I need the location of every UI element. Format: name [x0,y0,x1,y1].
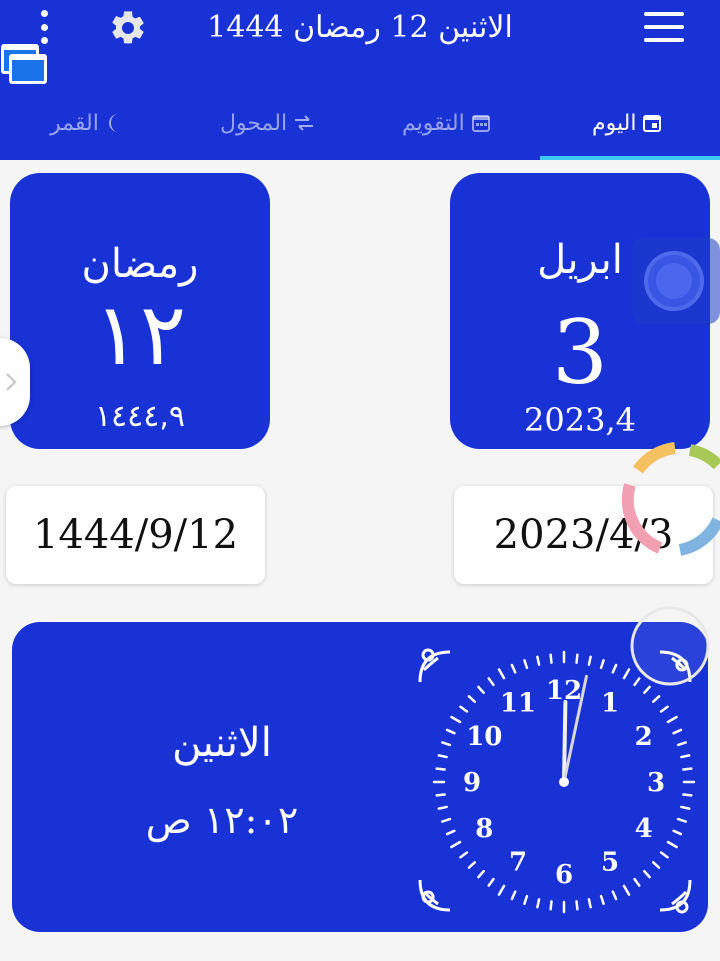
clock-tick [459,851,469,859]
clock-tick [659,705,669,713]
clock-tick [523,659,529,670]
clock-tick [676,817,687,823]
swap-icon [295,115,314,131]
clock-digital-time: ١٢:٠٢ ص [145,798,299,842]
hijri-month: رمضان [81,241,199,287]
clock-tick [622,884,631,896]
tab-moon[interactable]: القمر [50,104,125,142]
clock-card: الاثنين ١٢:٠٢ ص 12 1 2 3 4 5 6 7 8 9 10 11 [12,622,708,932]
clock-tick [437,805,448,810]
clock-tick [549,900,553,911]
clock-tick [659,851,669,859]
chevron-right-icon [6,373,17,391]
calendar-day-icon [643,115,662,132]
more-vertical-icon[interactable] [38,10,50,44]
clock-tick [672,829,683,836]
clock-numeral: 7 [509,848,527,878]
clock-tick [437,754,448,759]
clock-tick [497,668,506,680]
clock-tick [611,890,618,901]
clock-corner-ornament [659,879,692,914]
gear-icon[interactable] [108,8,148,48]
clock-tick [666,840,678,849]
clock-tick [450,715,462,724]
tab-converter[interactable]: المحول [220,104,315,142]
clock-tick [523,894,529,905]
tab-calendar[interactable]: التقويم [402,104,491,142]
hijri-date-card[interactable]: رمضان ١٢ ١٤٤٤,٩ [10,173,270,449]
crescent-moon-icon [108,114,118,132]
clock-tick [536,898,541,909]
clock-tick [536,655,541,666]
clock-tick [672,728,683,735]
tab-today[interactable]: اليوم [592,104,662,142]
clock-tick [599,894,605,905]
tab-converter-label: المحول [220,110,288,136]
clock-numeral: 9 [463,768,481,798]
clock-tick [477,685,485,695]
clock-tick [611,663,618,674]
clock-numeral: 2 [635,722,653,752]
clock-numeral: 6 [555,860,573,890]
clock-tick [587,655,592,666]
tab-moon-label: القمر [50,110,99,136]
calendar-icon [471,115,490,132]
clock-tick [643,869,651,879]
clock-tick [651,695,661,703]
clock-tick [510,890,517,901]
clock-tick [450,840,462,849]
clock-tick [467,695,477,703]
clock-tick [651,861,661,869]
clock-numeral: 5 [601,848,619,878]
clock-tick [467,861,477,869]
tab-today-label: اليوم [592,110,637,136]
clock-tick [682,767,693,771]
clock-tick [680,805,691,810]
clock-numeral: 3 [647,768,665,798]
clock-corner-ornament [418,648,451,683]
clock-numeral: 4 [635,814,653,844]
clock-tick [676,741,687,747]
app-bar: الاثنين 12 رمضان 1444 اليوم التقويم المح… [0,0,720,160]
tab-calendar-label: التقويم [402,110,465,136]
clock-tick [497,884,506,896]
clock-numeral: 10 [466,722,502,752]
loading-spinner-icon [621,442,720,556]
clock-tick [575,900,579,911]
clock-numeral: 11 [500,688,536,718]
hijri-date-field[interactable]: 1444/9/12 [6,486,265,584]
clock-tick [682,793,693,797]
clock-tick [599,659,605,670]
clock-tick [477,869,485,879]
active-tab-indicator [540,156,720,160]
floating-window-icon[interactable] [0,42,48,86]
clock-tick [445,728,456,735]
hijri-year-month: ١٤٤٤,٩ [94,399,186,434]
clock-tick [549,653,553,664]
clock-day-name: الاثنين [172,720,272,766]
clock-tick [666,715,678,724]
clock-tick [587,898,592,909]
clock-tick [680,754,691,759]
clock-tick [487,877,495,887]
clock-corner-ornament [418,879,451,912]
clock-tick [435,767,446,771]
hijri-day: ١٢ [93,285,187,385]
clock-tick [510,663,517,674]
floating-assistant-bubble[interactable] [632,238,720,324]
floating-circle-button[interactable] [628,604,712,688]
clock-center-pin [559,777,569,787]
clock-tick [435,793,446,797]
clock-tick [459,705,469,713]
clock-numeral: 8 [475,814,493,844]
clock-tick [575,653,579,664]
clock-tick [441,817,452,823]
clock-numeral: 1 [601,688,619,718]
clock-tick [633,877,641,887]
hamburger-menu-icon[interactable] [644,12,684,42]
clock-tick [487,677,495,687]
clock-tick [445,829,456,836]
gregorian-year-month: 2023,4 [524,401,636,439]
clock-tick [441,741,452,747]
